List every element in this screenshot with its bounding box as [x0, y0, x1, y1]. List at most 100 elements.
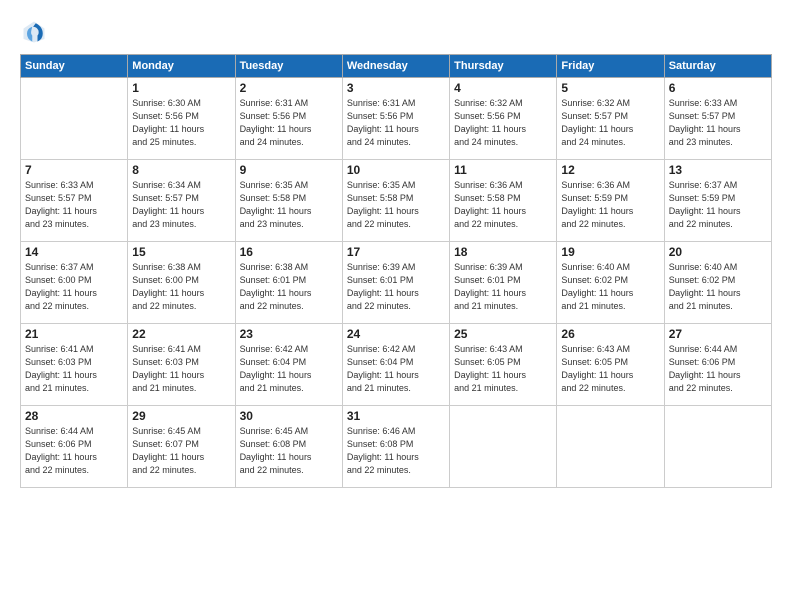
week-row-3: 14 Sunrise: 6:37 AM Sunset: 6:00 PM Dayli…: [21, 242, 772, 324]
header: [20, 18, 772, 46]
weekday-thursday: Thursday: [450, 55, 557, 78]
day-info: Sunrise: 6:36 AM Sunset: 5:58 PM Dayligh…: [454, 179, 552, 231]
day-info: Sunrise: 6:44 AM Sunset: 6:06 PM Dayligh…: [669, 343, 767, 395]
day-info: Sunrise: 6:43 AM Sunset: 6:05 PM Dayligh…: [454, 343, 552, 395]
week-row-5: 28 Sunrise: 6:44 AM Sunset: 6:06 PM Dayli…: [21, 406, 772, 488]
day-info: Sunrise: 6:39 AM Sunset: 6:01 PM Dayligh…: [454, 261, 552, 313]
day-cell: 18 Sunrise: 6:39 AM Sunset: 6:01 PM Dayli…: [450, 242, 557, 324]
day-info: Sunrise: 6:46 AM Sunset: 6:08 PM Dayligh…: [347, 425, 445, 477]
day-info: Sunrise: 6:31 AM Sunset: 5:56 PM Dayligh…: [347, 97, 445, 149]
day-info: Sunrise: 6:32 AM Sunset: 5:57 PM Dayligh…: [561, 97, 659, 149]
day-info: Sunrise: 6:37 AM Sunset: 6:00 PM Dayligh…: [25, 261, 123, 313]
day-info: Sunrise: 6:40 AM Sunset: 6:02 PM Dayligh…: [669, 261, 767, 313]
day-number: 2: [240, 81, 338, 95]
week-row-2: 7Sunrise: 6:33 AM Sunset: 5:57 PM Daylig…: [21, 160, 772, 242]
day-cell: 7Sunrise: 6:33 AM Sunset: 5:57 PM Daylig…: [21, 160, 128, 242]
day-cell: 15 Sunrise: 6:38 AM Sunset: 6:00 PM Dayli…: [128, 242, 235, 324]
day-number: 26: [561, 327, 659, 341]
day-cell: 4 Sunrise: 6:32 AM Sunset: 5:56 PM Daylig…: [450, 78, 557, 160]
day-number: 5: [561, 81, 659, 95]
day-cell: 14 Sunrise: 6:37 AM Sunset: 6:00 PM Dayli…: [21, 242, 128, 324]
day-cell: 9 Sunrise: 6:35 AM Sunset: 5:58 PM Daylig…: [235, 160, 342, 242]
day-cell: 29 Sunrise: 6:45 AM Sunset: 6:07 PM Dayli…: [128, 406, 235, 488]
day-number: 29: [132, 409, 230, 423]
day-info: Sunrise: 6:39 AM Sunset: 6:01 PM Dayligh…: [347, 261, 445, 313]
day-number: 19: [561, 245, 659, 259]
day-cell: 5 Sunrise: 6:32 AM Sunset: 5:57 PM Daylig…: [557, 78, 664, 160]
day-number: 23: [240, 327, 338, 341]
day-info: Sunrise: 6:45 AM Sunset: 6:08 PM Dayligh…: [240, 425, 338, 477]
day-number: 15: [132, 245, 230, 259]
day-cell: 19 Sunrise: 6:40 AM Sunset: 6:02 PM Dayli…: [557, 242, 664, 324]
day-info: Sunrise: 6:45 AM Sunset: 6:07 PM Dayligh…: [132, 425, 230, 477]
day-number: 16: [240, 245, 338, 259]
day-number: 7: [25, 163, 123, 177]
day-cell: 26 Sunrise: 6:43 AM Sunset: 6:05 PM Dayli…: [557, 324, 664, 406]
day-cell: 16 Sunrise: 6:38 AM Sunset: 6:01 PM Dayli…: [235, 242, 342, 324]
day-number: 4: [454, 81, 552, 95]
day-info: Sunrise: 6:42 AM Sunset: 6:04 PM Dayligh…: [240, 343, 338, 395]
day-cell: 22 Sunrise: 6:41 AM Sunset: 6:03 PM Dayli…: [128, 324, 235, 406]
day-cell: 31Sunrise: 6:46 AM Sunset: 6:08 PM Dayli…: [342, 406, 449, 488]
day-cell: 23 Sunrise: 6:42 AM Sunset: 6:04 PM Dayli…: [235, 324, 342, 406]
day-cell: 1Sunrise: 6:30 AM Sunset: 5:56 PM Daylig…: [128, 78, 235, 160]
weekday-tuesday: Tuesday: [235, 55, 342, 78]
day-number: 27: [669, 327, 767, 341]
day-cell: [664, 406, 771, 488]
day-cell: 30 Sunrise: 6:45 AM Sunset: 6:08 PM Dayli…: [235, 406, 342, 488]
weekday-wednesday: Wednesday: [342, 55, 449, 78]
day-number: 8: [132, 163, 230, 177]
day-number: 28: [25, 409, 123, 423]
day-number: 6: [669, 81, 767, 95]
day-cell: 10Sunrise: 6:35 AM Sunset: 5:58 PM Dayli…: [342, 160, 449, 242]
day-number: 9: [240, 163, 338, 177]
week-row-1: 1Sunrise: 6:30 AM Sunset: 5:56 PM Daylig…: [21, 78, 772, 160]
day-number: 1: [132, 81, 230, 95]
day-cell: 13Sunrise: 6:37 AM Sunset: 5:59 PM Dayli…: [664, 160, 771, 242]
logo-icon: [20, 18, 48, 46]
day-number: 11: [454, 163, 552, 177]
day-info: Sunrise: 6:42 AM Sunset: 6:04 PM Dayligh…: [347, 343, 445, 395]
day-info: Sunrise: 6:38 AM Sunset: 6:00 PM Dayligh…: [132, 261, 230, 313]
day-info: Sunrise: 6:38 AM Sunset: 6:01 PM Dayligh…: [240, 261, 338, 313]
day-info: Sunrise: 6:44 AM Sunset: 6:06 PM Dayligh…: [25, 425, 123, 477]
day-cell: 3Sunrise: 6:31 AM Sunset: 5:56 PM Daylig…: [342, 78, 449, 160]
day-cell: 27 Sunrise: 6:44 AM Sunset: 6:06 PM Dayli…: [664, 324, 771, 406]
day-info: Sunrise: 6:43 AM Sunset: 6:05 PM Dayligh…: [561, 343, 659, 395]
day-info: Sunrise: 6:34 AM Sunset: 5:57 PM Dayligh…: [132, 179, 230, 231]
weekday-friday: Friday: [557, 55, 664, 78]
day-cell: 20 Sunrise: 6:40 AM Sunset: 6:02 PM Dayli…: [664, 242, 771, 324]
day-number: 18: [454, 245, 552, 259]
day-info: Sunrise: 6:35 AM Sunset: 5:58 PM Dayligh…: [240, 179, 338, 231]
day-number: 30: [240, 409, 338, 423]
day-cell: 8 Sunrise: 6:34 AM Sunset: 5:57 PM Daylig…: [128, 160, 235, 242]
day-info: Sunrise: 6:40 AM Sunset: 6:02 PM Dayligh…: [561, 261, 659, 313]
day-cell: 28 Sunrise: 6:44 AM Sunset: 6:06 PM Dayli…: [21, 406, 128, 488]
weekday-monday: Monday: [128, 55, 235, 78]
day-number: 20: [669, 245, 767, 259]
day-number: 21: [25, 327, 123, 341]
day-number: 24: [347, 327, 445, 341]
day-number: 12: [561, 163, 659, 177]
day-cell: 17Sunrise: 6:39 AM Sunset: 6:01 PM Dayli…: [342, 242, 449, 324]
day-info: Sunrise: 6:31 AM Sunset: 5:56 PM Dayligh…: [240, 97, 338, 149]
day-info: Sunrise: 6:35 AM Sunset: 5:58 PM Dayligh…: [347, 179, 445, 231]
weekday-saturday: Saturday: [664, 55, 771, 78]
day-info: Sunrise: 6:41 AM Sunset: 6:03 PM Dayligh…: [132, 343, 230, 395]
day-cell: [557, 406, 664, 488]
day-info: Sunrise: 6:41 AM Sunset: 6:03 PM Dayligh…: [25, 343, 123, 395]
weekday-header-row: SundayMondayTuesdayWednesdayThursdayFrid…: [21, 55, 772, 78]
day-number: 14: [25, 245, 123, 259]
page: SundayMondayTuesdayWednesdayThursdayFrid…: [0, 0, 792, 612]
day-cell: 2 Sunrise: 6:31 AM Sunset: 5:56 PM Daylig…: [235, 78, 342, 160]
day-info: Sunrise: 6:33 AM Sunset: 5:57 PM Dayligh…: [669, 97, 767, 149]
day-cell: 24 Sunrise: 6:42 AM Sunset: 6:04 PM Dayli…: [342, 324, 449, 406]
day-info: Sunrise: 6:32 AM Sunset: 5:56 PM Dayligh…: [454, 97, 552, 149]
day-info: Sunrise: 6:36 AM Sunset: 5:59 PM Dayligh…: [561, 179, 659, 231]
day-info: Sunrise: 6:37 AM Sunset: 5:59 PM Dayligh…: [669, 179, 767, 231]
day-cell: [21, 78, 128, 160]
weekday-sunday: Sunday: [21, 55, 128, 78]
day-cell: 25Sunrise: 6:43 AM Sunset: 6:05 PM Dayli…: [450, 324, 557, 406]
day-cell: 6 Sunrise: 6:33 AM Sunset: 5:57 PM Daylig…: [664, 78, 771, 160]
day-number: 22: [132, 327, 230, 341]
